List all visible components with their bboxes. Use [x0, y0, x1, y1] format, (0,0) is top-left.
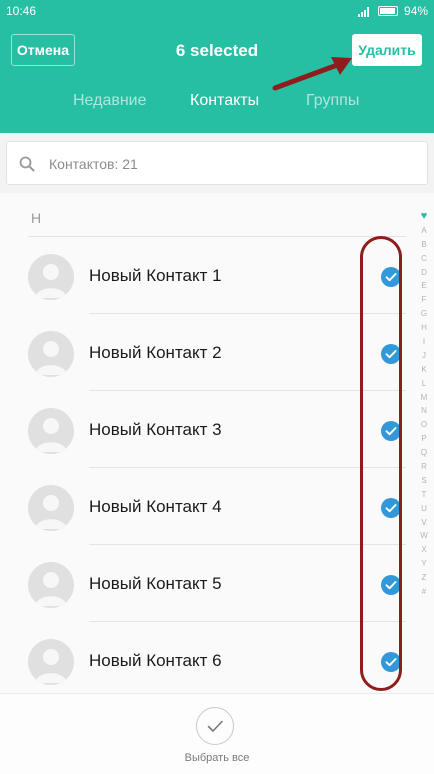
index-letter[interactable]: T: [416, 488, 432, 502]
search-area: Контактов: 21: [0, 133, 434, 193]
index-letter[interactable]: Z: [416, 571, 432, 585]
index-letter[interactable]: B: [416, 238, 432, 252]
contact-name: Новый Контакт 4: [89, 497, 222, 516]
bottom-bar: Выбрать все: [0, 693, 434, 774]
index-letter[interactable]: M: [416, 391, 432, 405]
index-letter[interactable]: V: [416, 516, 432, 530]
index-letter[interactable]: O: [416, 418, 432, 432]
contact-name: Новый Контакт 6: [89, 651, 222, 670]
avatar: [28, 254, 74, 300]
avatar-icon: [35, 418, 67, 452]
index-letter[interactable]: G: [416, 307, 432, 321]
avatar-icon: [35, 649, 67, 683]
index-letter[interactable]: F: [416, 293, 432, 307]
select-all-button[interactable]: [196, 707, 234, 745]
search-icon: [19, 156, 35, 172]
search-input[interactable]: Контактов: 21: [6, 141, 428, 185]
avatar: [28, 485, 74, 531]
index-letter[interactable]: A: [416, 224, 432, 238]
index-letter[interactable]: J: [416, 349, 432, 363]
section-header: Н: [31, 210, 42, 226]
index-letter[interactable]: U: [416, 502, 432, 516]
contact-name: Новый Контакт 1: [89, 266, 222, 285]
alphabet-index[interactable]: ♥ A B C D E F G H I J K L M N O P Q R S …: [416, 210, 432, 599]
annotation-arrow-icon: [272, 57, 352, 91]
index-letter[interactable]: D: [416, 266, 432, 280]
index-letter[interactable]: S: [416, 474, 432, 488]
index-letter[interactable]: R: [416, 460, 432, 474]
index-letter[interactable]: #: [416, 585, 432, 599]
contact-name: Новый Контакт 3: [89, 420, 222, 439]
index-letter[interactable]: H: [416, 321, 432, 335]
select-all-label: Выбрать все: [184, 752, 250, 764]
avatar-icon: [35, 495, 67, 529]
search-placeholder: Контактов: 21: [49, 156, 138, 172]
avatar-icon: [35, 264, 67, 298]
index-letter[interactable]: Y: [416, 557, 432, 571]
contact-name: Новый Контакт 2: [89, 343, 222, 362]
index-letter[interactable]: K: [416, 363, 432, 377]
favorites-heart-icon[interactable]: ♥: [416, 210, 432, 224]
avatar: [28, 562, 74, 608]
index-letter[interactable]: I: [416, 335, 432, 349]
contact-name: Новый Контакт 5: [89, 574, 222, 593]
checkmark-icon: [207, 720, 223, 732]
index-letter[interactable]: L: [416, 377, 432, 391]
index-letter[interactable]: C: [416, 252, 432, 266]
index-letter[interactable]: Q: [416, 446, 432, 460]
avatar: [28, 408, 74, 454]
avatar: [28, 331, 74, 377]
avatar-icon: [35, 341, 67, 375]
index-letter[interactable]: E: [416, 279, 432, 293]
index-letter[interactable]: X: [416, 543, 432, 557]
annotation-oval: [360, 236, 402, 691]
index-letter[interactable]: N: [416, 404, 432, 418]
avatar-icon: [35, 572, 67, 606]
avatar: [28, 639, 74, 685]
index-letter[interactable]: W: [416, 529, 432, 543]
index-letter[interactable]: P: [416, 432, 432, 446]
